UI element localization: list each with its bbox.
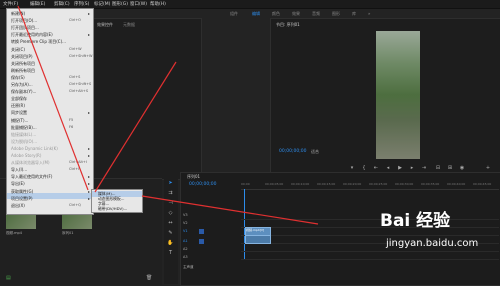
annotation-arrow: [94, 61, 177, 193]
watermark-url: jingyan.baidu.com: [386, 238, 479, 249]
annotation-arrow: [17, 5, 89, 191]
annotation-arrow: [141, 195, 319, 225]
watermark: Bai 经验 jingyan.baidu.com: [380, 198, 498, 282]
watermark-brand: Bai 经验: [380, 211, 451, 231]
